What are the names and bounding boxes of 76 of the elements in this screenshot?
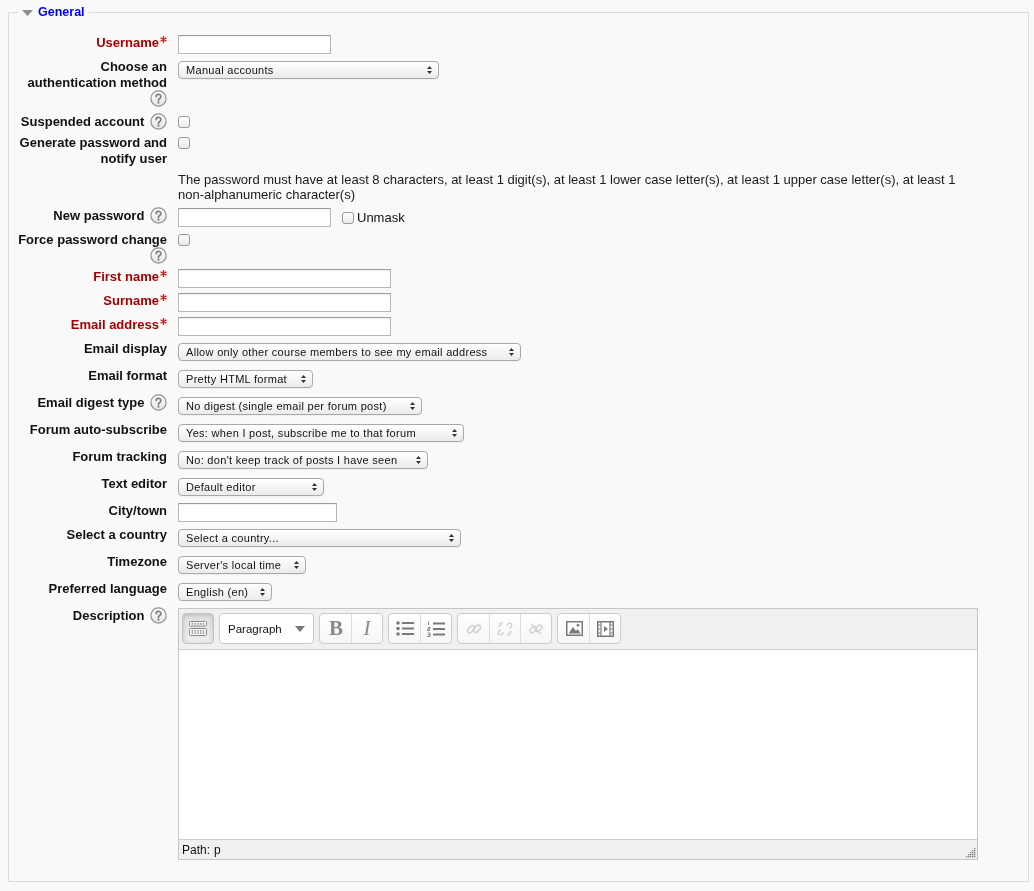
checkbox[interactable] [178,137,190,150]
field-label: Text editor [101,476,167,492]
dropdown[interactable]: Server's local time [178,556,306,575]
up-down-arrows-icon [312,483,317,492]
unmask-checkbox[interactable] [342,211,354,224]
up-down-arrows-icon [416,456,421,465]
field-label: Preferred language [48,581,167,597]
dropdown[interactable]: Default editor [178,478,324,497]
up-down-arrows-icon [449,534,454,543]
field-label: Select a country [66,527,167,543]
help-icon[interactable] [150,113,167,131]
help-icon[interactable] [150,247,167,265]
dropdown[interactable]: Pretty HTML format [178,370,313,389]
up-down-arrows-icon [509,348,514,357]
resize-grip-icon[interactable] [966,848,976,859]
unmask-label: Unmask [357,209,405,226]
field-label: Description [72,608,145,624]
up-down-arrows-icon [301,375,306,384]
required-icon [160,294,167,302]
password-rules-text: The password must have at least 8 characters, at least 1 digit(s), at least 1 lower case letter(s), at least 1 upper case letter(s), at least 1 non-alphanumeric character(s) [178,172,957,203]
password-field[interactable] [178,208,331,228]
caret-icon [295,625,305,632]
field-label: New password [53,208,145,224]
field-label: Username [96,35,159,50]
dropdown[interactable]: Select a country... [178,529,461,548]
dropdown[interactable]: No: don't keep track of posts I have seen [178,451,428,470]
crossed-link-icon [528,620,544,637]
field-label: Choose an authentication method [27,59,167,90]
up-down-arrows-icon [260,588,265,597]
bullet-list-icon [396,621,414,637]
help-icon[interactable] [150,394,167,412]
help-icon[interactable] [150,607,167,625]
text-field[interactable] [178,317,391,337]
checkbox[interactable] [178,234,190,247]
path-link[interactable]: p [214,842,221,857]
dropdown[interactable]: Manual accounts [178,61,439,79]
numbered-list-icon [427,620,445,637]
field-label: Email digest type [37,395,145,411]
dropdown[interactable]: English (en) [178,583,272,602]
field-label: City/town [108,503,167,519]
text-field[interactable] [178,35,331,54]
up-down-arrows-icon [427,66,432,74]
required-icon [160,270,167,278]
help-icon[interactable] [150,207,167,225]
keyboard-icon [189,621,207,637]
text-field[interactable] [178,503,337,523]
required-icon [160,36,167,43]
film-icon [596,620,614,637]
field-label: Email display [83,341,167,357]
up-down-arrows-icon [452,429,457,438]
field-label: Suspended account [20,114,145,130]
path-label: Path: [182,842,211,857]
section-title[interactable]: General [38,4,85,20]
field-label: Surname [103,293,159,309]
field-label: Email format [88,368,167,384]
field-label: Generate password and notify user [19,135,167,167]
broken-link-icon [497,620,513,637]
help-icon[interactable] [150,90,167,108]
field-label: First name [93,269,159,285]
field-label: Force password change [18,232,167,248]
dropdown[interactable]: Allow only other course members to see my email address [178,343,521,362]
image-icon [565,621,583,637]
field-label: Forum auto-subscribe [29,422,167,438]
dropdown[interactable]: Yes: when I post, subscribe me to that forum [178,424,464,443]
required-icon [160,318,167,326]
text-field[interactable] [178,269,391,289]
toolbar-toggle-button[interactable] [182,613,214,645]
field-label: Forum tracking [72,449,167,465]
field-label: Timezone [107,554,167,570]
up-down-arrows-icon [410,402,415,411]
field-label: Email address [70,317,159,333]
format-dropdown[interactable]: Paragraph [219,613,314,645]
text-field[interactable] [178,293,391,313]
dropdown[interactable]: No digest (single email per forum post) [178,397,422,416]
up-down-arrows-icon [294,561,299,570]
checkbox[interactable] [178,116,190,129]
